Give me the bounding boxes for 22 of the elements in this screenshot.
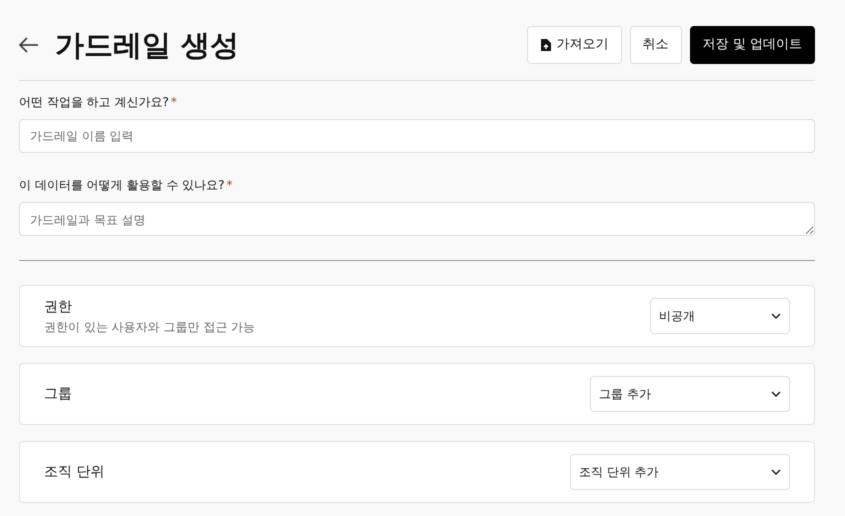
- save-button[interactable]: 저장 및 업데이트: [690, 26, 815, 64]
- page-title: 가드레일 생성: [55, 28, 240, 62]
- textarea-field[interactable]: 가드레일과 목표 설명: [19, 202, 815, 236]
- cancel-button[interactable]: 취소: [630, 26, 682, 64]
- chevron-down-icon: [771, 469, 781, 475]
- import-button[interactable]: 가져오기: [526, 26, 622, 64]
- dropdown[interactable]: 비공개: [650, 298, 790, 334]
- field-label: 어떤 작업을 하고 계신가요? *: [19, 94, 178, 111]
- input-field[interactable]: 가드레일 이름 입력: [19, 119, 815, 153]
- chevron-down-icon: [771, 313, 781, 319]
- field-label: 이 데이터를 어떻게 활용할 수 있나요? *: [19, 177, 234, 194]
- setting-description: 권한이 있는 사용자와 그룹만 접근 가능: [44, 318, 256, 336]
- setting-title: 그룹: [44, 384, 72, 404]
- dropdown[interactable]: 조직 단위 추가: [570, 454, 790, 490]
- required-mark: *: [170, 95, 177, 109]
- setting-title: 권한: [44, 298, 73, 316]
- back-arrow-icon[interactable]: [19, 36, 39, 53]
- setting-title: 조직 단위: [44, 462, 104, 482]
- dropdown[interactable]: 그룹 추가: [590, 376, 790, 412]
- required-mark: *: [226, 178, 232, 192]
- chevron-down-icon: [771, 391, 781, 397]
- file-upload-icon: [540, 39, 551, 51]
